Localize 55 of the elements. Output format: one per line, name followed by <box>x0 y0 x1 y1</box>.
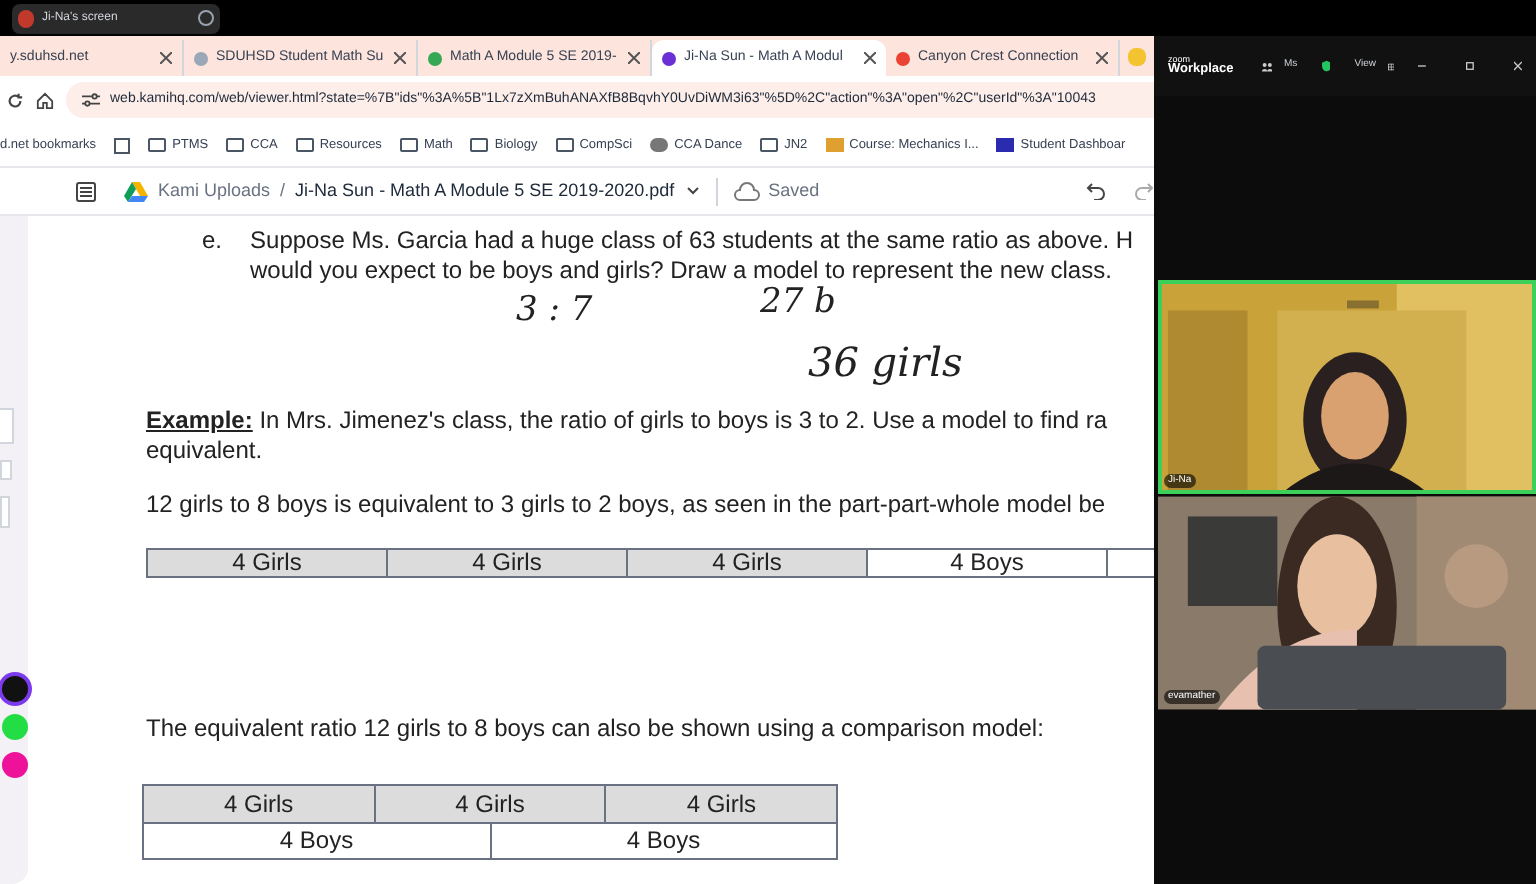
save-status: Saved <box>768 177 820 204</box>
color-swatch[interactable] <box>2 714 28 740</box>
options-icon <box>198 10 214 26</box>
grid-icon[interactable] <box>1387 61 1395 71</box>
body-text: 12 girls to 8 boys is equivalent to 3 girls to 2 boys, as seen in the part-part-whole model be <box>146 490 1108 520</box>
model-cell: 4 Girls <box>606 786 837 822</box>
favicon-icon <box>896 51 910 65</box>
app-icon <box>18 9 34 27</box>
favicon-icon <box>662 51 676 65</box>
handwriting: 27 b <box>760 288 836 318</box>
favicon-icon <box>1128 48 1146 66</box>
breadcrumb-separator: / <box>280 177 286 204</box>
folder-icon <box>226 138 245 152</box>
drive-icon <box>124 181 148 201</box>
reload-icon[interactable] <box>6 91 24 109</box>
maximize-icon[interactable] <box>1466 60 1475 72</box>
folder-icon <box>295 138 314 152</box>
folder-icon <box>399 138 418 152</box>
outline-icon[interactable] <box>76 181 96 201</box>
color-swatch[interactable] <box>2 676 28 702</box>
model-cell: 4 Girls <box>628 550 868 576</box>
breadcrumb-link[interactable]: Kami Uploads <box>158 177 271 205</box>
favicon-icon <box>194 51 208 65</box>
shield-icon <box>1321 58 1331 74</box>
body-text: The equivalent ratio 12 girls to 8 boys can also be shown using a comparison model: <box>146 714 1046 744</box>
model-cell: 4 Girls <box>388 550 628 576</box>
model-cell-text: 4 Boys <box>624 824 703 858</box>
favicon-icon <box>428 51 442 65</box>
folder-icon <box>555 138 574 152</box>
close-icon[interactable] <box>628 52 640 64</box>
close-icon[interactable] <box>1096 52 1108 64</box>
handwriting: 3 : 7 <box>516 296 593 326</box>
caret-icon[interactable] <box>686 186 701 196</box>
list-marker: e. <box>202 226 223 258</box>
undo-icon[interactable] <box>1086 182 1106 200</box>
cloud-icon <box>734 181 761 201</box>
apps-icon[interactable] <box>114 137 131 153</box>
example-text: Example: In Mrs. Jimenez's class, the ratio of girls to boys is 3 to 2. Use a model to find ra equivalent. <box>146 406 1109 466</box>
participants-icon[interactable] <box>1261 59 1272 73</box>
folder-icon <box>760 138 779 152</box>
folder-icon <box>148 138 167 152</box>
model-cell: 4 Girls <box>144 786 376 822</box>
file-name[interactable]: Ji-Na Sun - Math A Module 5 SE 2019-2020.pdf <box>295 177 675 205</box>
color-swatch[interactable] <box>2 752 28 778</box>
home-icon[interactable] <box>36 91 54 109</box>
model-cell: 4 Girls <box>148 550 388 576</box>
close-icon[interactable] <box>864 52 876 64</box>
folder-icon <box>470 138 489 152</box>
minimize-icon[interactable] <box>1418 60 1427 72</box>
close-icon[interactable] <box>160 52 172 64</box>
site-settings-icon <box>82 92 100 108</box>
close-icon[interactable] <box>394 52 406 64</box>
question-text: Suppose Ms. Garcia had a huge class of 63 students at the same ratio as above. H would you expect to be boys and girls? Draw a model to represent the new class. <box>250 226 1134 286</box>
model-cell: 4 Boys <box>144 824 491 858</box>
model-cell: 4 Girls <box>375 786 607 822</box>
